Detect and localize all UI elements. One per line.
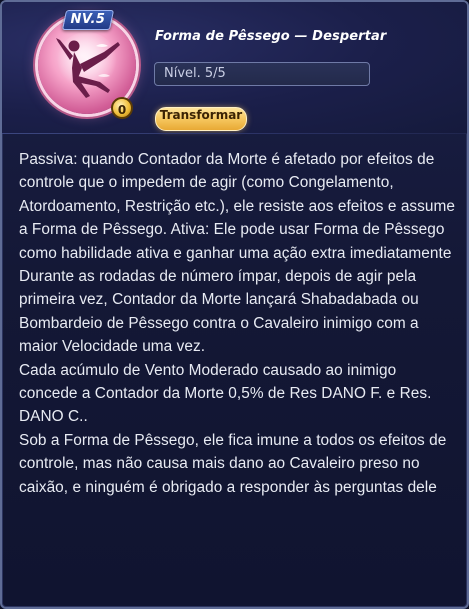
transform-button[interactable]: Transformar (155, 107, 247, 131)
skill-level-field: Nível. 5/5 (154, 62, 370, 86)
skill-description: Passiva: quando Contador da Morte é afet… (19, 151, 456, 496)
skill-header: NV.5 0 Forma de Pêssego — Despertar Níve… (2, 2, 467, 134)
level-badge-label: NV.5 (70, 12, 106, 27)
skill-title: Forma de Pêssego — Despertar (155, 29, 387, 44)
star-count-label: 0 (117, 103, 127, 117)
star-count-badge: 0 (111, 97, 133, 119)
skill-detail-panel: NV.5 0 Forma de Pêssego — Despertar Níve… (0, 0, 469, 609)
level-badge: NV.5 (61, 10, 115, 30)
